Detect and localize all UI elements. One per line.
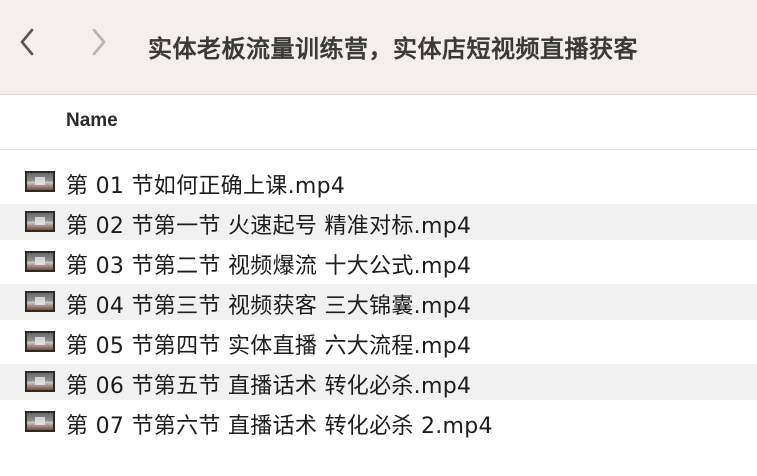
file-row[interactable]: 第 02 节第一节 火速起号 精准对标.mp4 (0, 204, 757, 240)
file-name: 第 02 节第一节 火速起号 精准对标.mp4 (66, 214, 472, 239)
file-name: 第 06 节第五节 直播话术 转化必杀.mp4 (66, 374, 472, 399)
file-row[interactable]: 第 03 节第二节 视频爆流 十大公式.mp4 (0, 244, 757, 280)
back-button[interactable] (12, 22, 42, 62)
window-toolbar: 实体老板流量训练营，实体店短视频直播获客 (0, 0, 757, 95)
file-name: 第 04 节第三节 视频获客 三大锦囊.mp4 (66, 294, 472, 319)
window-title: 实体老板流量训练营，实体店短视频直播获客 (148, 35, 638, 63)
video-thumbnail-icon (25, 171, 55, 192)
file-row[interactable]: 第 01 节如何正确上课.mp4 (0, 164, 757, 200)
file-name: 第 05 节第四节 实体直播 六大流程.mp4 (66, 334, 472, 359)
video-thumbnail-icon (25, 291, 55, 312)
file-name: 第 01 节如何正确上课.mp4 (66, 174, 346, 199)
file-name: 第 07 节第六节 直播话术 转化必杀 2.mp4 (66, 414, 493, 439)
column-header-name[interactable]: Name (66, 110, 118, 132)
forward-button[interactable] (84, 22, 114, 62)
chevron-left-icon (18, 27, 36, 57)
video-thumbnail-icon (25, 211, 55, 232)
list-header: Name (0, 96, 757, 150)
file-row[interactable]: 第 06 节第五节 直播话术 转化必杀.mp4 (0, 364, 757, 400)
video-thumbnail-icon (25, 411, 55, 432)
file-name: 第 03 节第二节 视频爆流 十大公式.mp4 (66, 254, 472, 279)
file-list: 第 01 节如何正确上课.mp4 第 02 节第一节 火速起号 精准对标.mp4… (0, 164, 757, 444)
file-row[interactable]: 第 04 节第三节 视频获客 三大锦囊.mp4 (0, 284, 757, 320)
chevron-right-icon (90, 27, 108, 57)
file-row[interactable]: 第 05 节第四节 实体直播 六大流程.mp4 (0, 324, 757, 360)
video-thumbnail-icon (25, 331, 55, 352)
video-thumbnail-icon (25, 251, 55, 272)
video-thumbnail-icon (25, 371, 55, 392)
file-row[interactable]: 第 07 节第六节 直播话术 转化必杀 2.mp4 (0, 404, 757, 440)
